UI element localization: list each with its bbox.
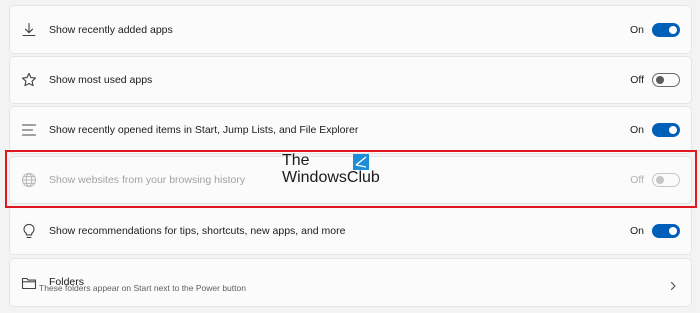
recommendations-toggle[interactable] (652, 223, 680, 238)
windowsclub-logo-icon (353, 154, 369, 170)
chevron-right-icon (669, 278, 677, 290)
toggle-knob (669, 226, 677, 235)
setting-row-most-used-apps[interactable]: Show most used apps Off (9, 56, 692, 104)
lightbulb-icon (21, 223, 37, 239)
setting-label: Show recently opened items in Start, Jum… (49, 124, 359, 136)
toggle-knob (669, 25, 677, 34)
toggle-state-text: On (629, 124, 644, 136)
toggle-state-text: On (629, 224, 644, 237)
recently-added-apps-toggle[interactable] (652, 22, 680, 37)
setting-row-recommendations[interactable]: Show recommendations for tips, shortcuts… (9, 206, 692, 255)
setting-label: Show recommendations for tips, shortcuts… (49, 224, 346, 237)
toggle-state-text: On (629, 23, 644, 36)
folders-subtitle: These folders appear on Start next to th… (39, 283, 246, 293)
list-lines-icon (21, 122, 37, 138)
setting-label: Show recently added apps (49, 23, 173, 36)
globe-icon (21, 172, 37, 188)
watermark-line2: WindowsClub (282, 169, 380, 186)
toggle-state-text: Off (630, 74, 644, 86)
setting-label: Show websites from your browsing history (49, 174, 246, 186)
download-icon (21, 22, 37, 38)
toggle-state-text: Off (630, 174, 644, 186)
folder-icon (21, 275, 37, 291)
star-icon (21, 72, 37, 88)
start-settings-page: Show recently added apps On Show most us… (0, 0, 700, 313)
setting-row-recently-added-apps[interactable]: Show recently added apps On (9, 5, 692, 54)
setting-row-recently-opened-items[interactable]: Show recently opened items in Start, Jum… (9, 106, 692, 154)
toggle-knob (656, 176, 664, 184)
most-used-apps-toggle[interactable] (652, 73, 680, 87)
windowsclub-watermark: The WindowsClub (282, 152, 380, 186)
recently-opened-items-toggle[interactable] (652, 123, 680, 137)
browsing-history-toggle (652, 173, 680, 187)
toggle-knob (669, 126, 677, 134)
setting-label: Show most used apps (49, 74, 153, 86)
toggle-knob (656, 76, 664, 84)
